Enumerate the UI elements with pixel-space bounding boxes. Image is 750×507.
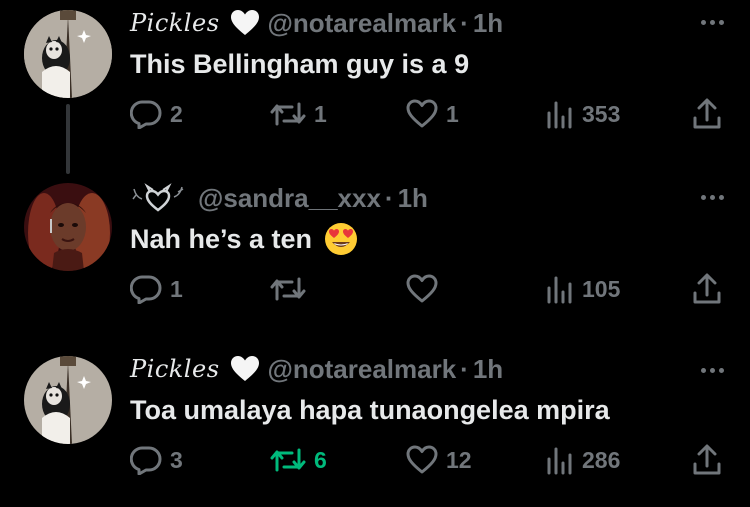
repost-button[interactable]: 1 <box>270 96 327 132</box>
repost-icon <box>270 448 306 472</box>
like-button[interactable]: 12 <box>406 442 472 478</box>
tweet[interactable]: Pickles @notarealmark · 1h Toa umalaya h… <box>0 350 750 507</box>
avatar[interactable] <box>24 356 112 444</box>
share-button[interactable] <box>692 271 722 307</box>
reply-icon <box>130 100 162 129</box>
views-icon <box>547 101 572 129</box>
repost-button[interactable]: 6 <box>270 442 327 478</box>
tweet-header: Pickles @notarealmark · 1h <box>130 354 503 384</box>
reply-icon <box>130 275 162 304</box>
tweet-actions: 1 105 <box>130 271 730 307</box>
like-count: 12 <box>446 446 472 473</box>
display-name[interactable]: Pickles <box>130 355 220 383</box>
tweet-header: @sandra__xxx · 1h <box>130 183 428 213</box>
repost-icon <box>270 102 306 126</box>
tweet-actions: 2 1 1 353 <box>130 96 730 132</box>
user-handle[interactable]: @sandra__xxx <box>198 183 381 214</box>
avatar[interactable] <box>24 10 112 98</box>
reply-count: 3 <box>170 446 183 473</box>
reply-count: 1 <box>170 275 183 302</box>
tweet[interactable]: @sandra__xxx · 1h Nah he’s a ten 1 105 <box>0 175 750 325</box>
timestamp[interactable]: 1h <box>473 8 503 39</box>
share-icon <box>693 444 721 475</box>
view-count: 353 <box>582 100 621 127</box>
views-button[interactable]: 353 <box>546 96 620 132</box>
separator-dot: · <box>460 353 469 384</box>
separator-dot: · <box>460 7 469 38</box>
tweet[interactable]: Pickles @notarealmark · 1h This Bellingh… <box>0 0 750 160</box>
tweet-text: Toa umalaya hapa tunaongelea mpira <box>130 394 610 425</box>
separator-dot: · <box>384 182 394 213</box>
devil-heart-icon <box>130 183 186 213</box>
tweet-text: Nah he’s a ten <box>130 223 313 254</box>
like-icon <box>406 99 438 128</box>
like-count: 1 <box>446 100 459 127</box>
share-button[interactable] <box>692 442 722 478</box>
reply-button[interactable]: 2 <box>130 96 183 132</box>
share-button[interactable] <box>692 96 722 132</box>
views-icon <box>547 447 572 475</box>
like-button[interactable] <box>406 271 446 307</box>
more-icon[interactable] <box>701 368 724 373</box>
share-icon <box>693 98 721 129</box>
repost-count: 6 <box>314 446 327 473</box>
reply-icon <box>130 446 162 475</box>
like-icon <box>406 445 438 474</box>
heart-eyes-emoji <box>325 223 358 255</box>
views-button[interactable]: 105 <box>546 271 620 307</box>
like-button[interactable]: 1 <box>406 96 459 132</box>
views-button[interactable]: 286 <box>546 442 620 478</box>
repost-count: 1 <box>314 100 327 127</box>
user-handle[interactable]: @notarealmark <box>268 354 457 385</box>
views-icon <box>547 276 572 304</box>
white-heart-icon <box>230 9 260 37</box>
like-icon <box>406 274 438 303</box>
view-count: 286 <box>582 446 621 473</box>
timestamp[interactable]: 1h <box>398 183 428 214</box>
more-icon[interactable] <box>701 195 724 200</box>
avatar[interactable] <box>24 183 112 271</box>
share-icon <box>693 273 721 304</box>
reply-count: 2 <box>170 100 183 127</box>
reply-button[interactable]: 1 <box>130 271 183 307</box>
tweet-header: Pickles @notarealmark · 1h <box>130 8 503 38</box>
view-count: 105 <box>582 275 621 302</box>
more-icon[interactable] <box>701 20 724 25</box>
tweet-text-row: Nah he’s a ten <box>130 219 358 259</box>
reply-button[interactable]: 3 <box>130 442 183 478</box>
tweet-text: This Bellingham guy is a 9 <box>130 48 470 79</box>
repost-button[interactable] <box>270 271 314 307</box>
tweet-actions: 3 6 12 286 <box>130 442 730 478</box>
user-handle[interactable]: @notarealmark <box>268 8 457 39</box>
display-name[interactable]: Pickles <box>130 9 220 37</box>
repost-icon <box>270 277 306 301</box>
white-heart-icon <box>230 355 260 383</box>
timestamp[interactable]: 1h <box>473 354 503 385</box>
